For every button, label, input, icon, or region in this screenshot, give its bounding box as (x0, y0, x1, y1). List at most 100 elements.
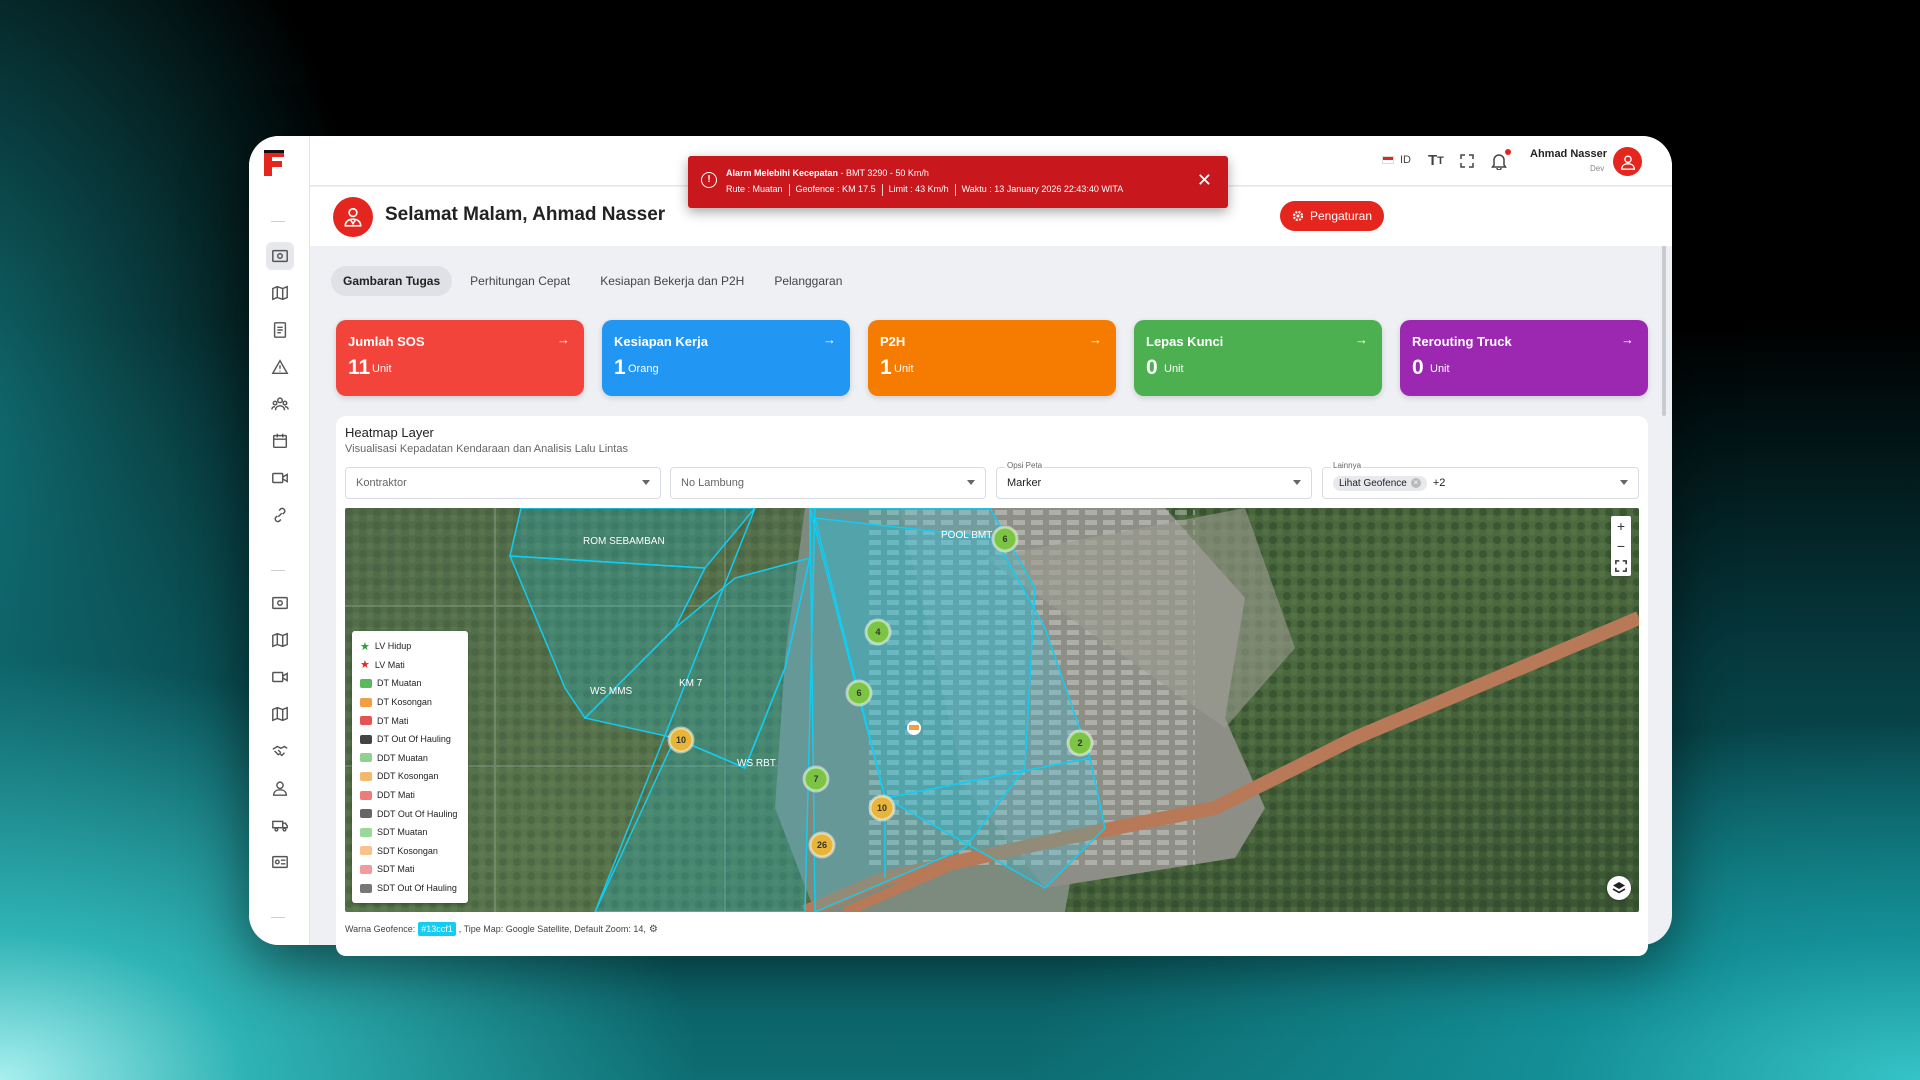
card-kesiapan-kerja[interactable]: Kesiapan Kerja → 1 Orang (602, 320, 850, 396)
tab-perhitungan-cepat[interactable]: Perhitungan Cepat (458, 266, 582, 296)
cluster-marker[interactable]: 6 (845, 679, 873, 707)
cluster-marker[interactable]: 4 (864, 618, 892, 646)
legend-label: SDT Kosongan (377, 845, 438, 856)
fullscreen-icon[interactable] (1460, 154, 1474, 168)
divider (881, 184, 883, 196)
handshake-icon[interactable] (266, 737, 294, 765)
video-icon[interactable] (266, 663, 294, 691)
map-icon[interactable] (266, 279, 294, 307)
card-value: 1 (880, 356, 892, 379)
tab-kesiapan-bekerja[interactable]: Kesiapan Bekerja dan P2H (588, 266, 756, 296)
user-icon[interactable] (266, 774, 294, 802)
legend-label: LV Mati (374, 659, 405, 670)
id-card-icon[interactable] (266, 848, 294, 876)
chip-close-icon[interactable]: × (1410, 478, 1421, 488)
user-avatar[interactable] (1613, 147, 1642, 176)
card-value: 1 (614, 356, 626, 379)
alarm-toast: ! Alarm Melebihi Kecepatan - BMT 3290 - … (688, 156, 1228, 208)
card-value: 0 (1146, 356, 1158, 379)
text-size-icon[interactable]: TT (1428, 152, 1444, 169)
zoom-out-button[interactable]: − (1611, 536, 1631, 556)
divider (788, 184, 790, 196)
sidebar (249, 136, 310, 945)
close-icon[interactable]: ✕ (1197, 171, 1212, 189)
arrow-right-icon[interactable]: → (557, 332, 570, 347)
arrow-right-icon[interactable]: → (1621, 332, 1634, 347)
map-icon[interactable] (266, 700, 294, 728)
cluster-marker[interactable]: 2 (1066, 729, 1094, 757)
cluster-marker[interactable]: 6 (991, 525, 1019, 553)
chevron-down-icon (967, 480, 975, 485)
svg-text:7: 7 (813, 774, 818, 784)
legend-label: DDT Muatan (377, 752, 428, 763)
truck-icon[interactable] (266, 811, 294, 839)
truck-icon (360, 864, 372, 874)
language-selector[interactable]: ID (1382, 154, 1411, 166)
map-label-km7: KM 7 (679, 678, 703, 689)
alarm-limit: Limit : 43 Km/h (888, 184, 949, 194)
dashboard-icon[interactable] (266, 242, 294, 270)
legend-item: SDT Out Of Hauling (360, 879, 460, 898)
card-lepas-kunci[interactable]: Lepas Kunci → 0 Unit (1134, 320, 1382, 396)
app-logo[interactable] (261, 148, 287, 178)
legend-item: SDT Muatan (360, 823, 460, 842)
layers-button[interactable] (1607, 876, 1631, 900)
chevron-down-icon (1620, 480, 1628, 485)
card-rerouting-truck[interactable]: Rerouting Truck → 0 Unit (1400, 320, 1648, 396)
satellite-map[interactable]: ROM SEBAMBAN POOL BMT KM 7 WS MMS WS RBT… (345, 508, 1639, 912)
calendar-icon[interactable] (266, 427, 294, 455)
arrow-right-icon[interactable]: → (1355, 332, 1368, 347)
svg-text:6: 6 (1002, 534, 1007, 544)
geofence-chip[interactable]: Lihat Geofence × (1333, 475, 1427, 491)
video-icon[interactable] (266, 464, 294, 492)
settings-button[interactable]: Pengaturan (1280, 201, 1384, 231)
link-icon[interactable] (266, 501, 294, 529)
warning-icon[interactable] (266, 353, 294, 381)
flag-icon (1382, 156, 1394, 164)
legend-label: LV Hidup (374, 641, 412, 652)
users-icon[interactable] (266, 390, 294, 418)
arrow-right-icon[interactable]: → (1089, 332, 1102, 347)
card-unit: Unit (372, 363, 392, 375)
legend-label: SDT Muatan (377, 827, 428, 838)
card-title: Jumlah SOS (348, 334, 425, 349)
card-title: Kesiapan Kerja (614, 334, 708, 349)
cluster-marker[interactable]: 10 (868, 794, 896, 822)
alarm-line-2: Rute : Muatan Geofence : KM 17.5 Limit :… (726, 184, 1123, 196)
map-label-wsrbt: WS RBT (737, 758, 776, 769)
vehicle-marker[interactable] (907, 721, 921, 735)
tab-pelanggaran[interactable]: Pelanggaran (762, 266, 854, 296)
legend-label: DT Kosongan (377, 697, 432, 708)
no-lambung-select[interactable]: No Lambung (670, 467, 986, 499)
cluster-marker[interactable]: 26 (808, 831, 836, 859)
map-fullscreen-button[interactable] (1611, 556, 1631, 576)
alert-icon: ! (701, 172, 717, 188)
star-icon: ★ (360, 659, 370, 672)
svg-text:10: 10 (877, 803, 887, 813)
dashboard-icon[interactable] (266, 589, 294, 617)
cluster-marker[interactable]: 10 (667, 726, 695, 754)
card-p2h[interactable]: P2H → 1 Unit (868, 320, 1116, 396)
truck-icon (360, 771, 372, 781)
notification-bell-icon[interactable] (1491, 152, 1507, 170)
map-canvas[interactable]: ROM SEBAMBAN POOL BMT KM 7 WS MMS WS RBT… (345, 508, 1639, 912)
cluster-marker[interactable]: 7 (802, 765, 830, 793)
settings-gear-icon[interactable]: ⚙ (649, 924, 658, 935)
svg-text:6: 6 (856, 688, 861, 698)
kontraktor-select[interactable]: Kontraktor (345, 467, 661, 499)
footer-rest: , Tipe Map: Google Satellite, Default Zo… (458, 924, 646, 934)
map-icon[interactable] (266, 626, 294, 654)
truck-icon (360, 734, 372, 744)
chevron-down-icon (642, 480, 650, 485)
zoom-controls: + − (1611, 516, 1631, 576)
truck-icon (360, 827, 372, 837)
opsi-peta-select[interactable]: Marker (996, 467, 1312, 499)
tab-gambaran-tugas[interactable]: Gambaran Tugas (331, 266, 453, 296)
legend-item: DT Kosongan (360, 693, 460, 712)
lainnya-select[interactable]: Lihat Geofence × +2 (1322, 467, 1639, 499)
zoom-in-button[interactable]: + (1611, 516, 1631, 536)
report-icon[interactable] (266, 316, 294, 344)
card-jumlah-sos[interactable]: Jumlah SOS → 11 Unit (336, 320, 584, 396)
arrow-right-icon[interactable]: → (823, 332, 836, 347)
geofence-color-chip[interactable]: #13ccf1 (418, 922, 456, 936)
